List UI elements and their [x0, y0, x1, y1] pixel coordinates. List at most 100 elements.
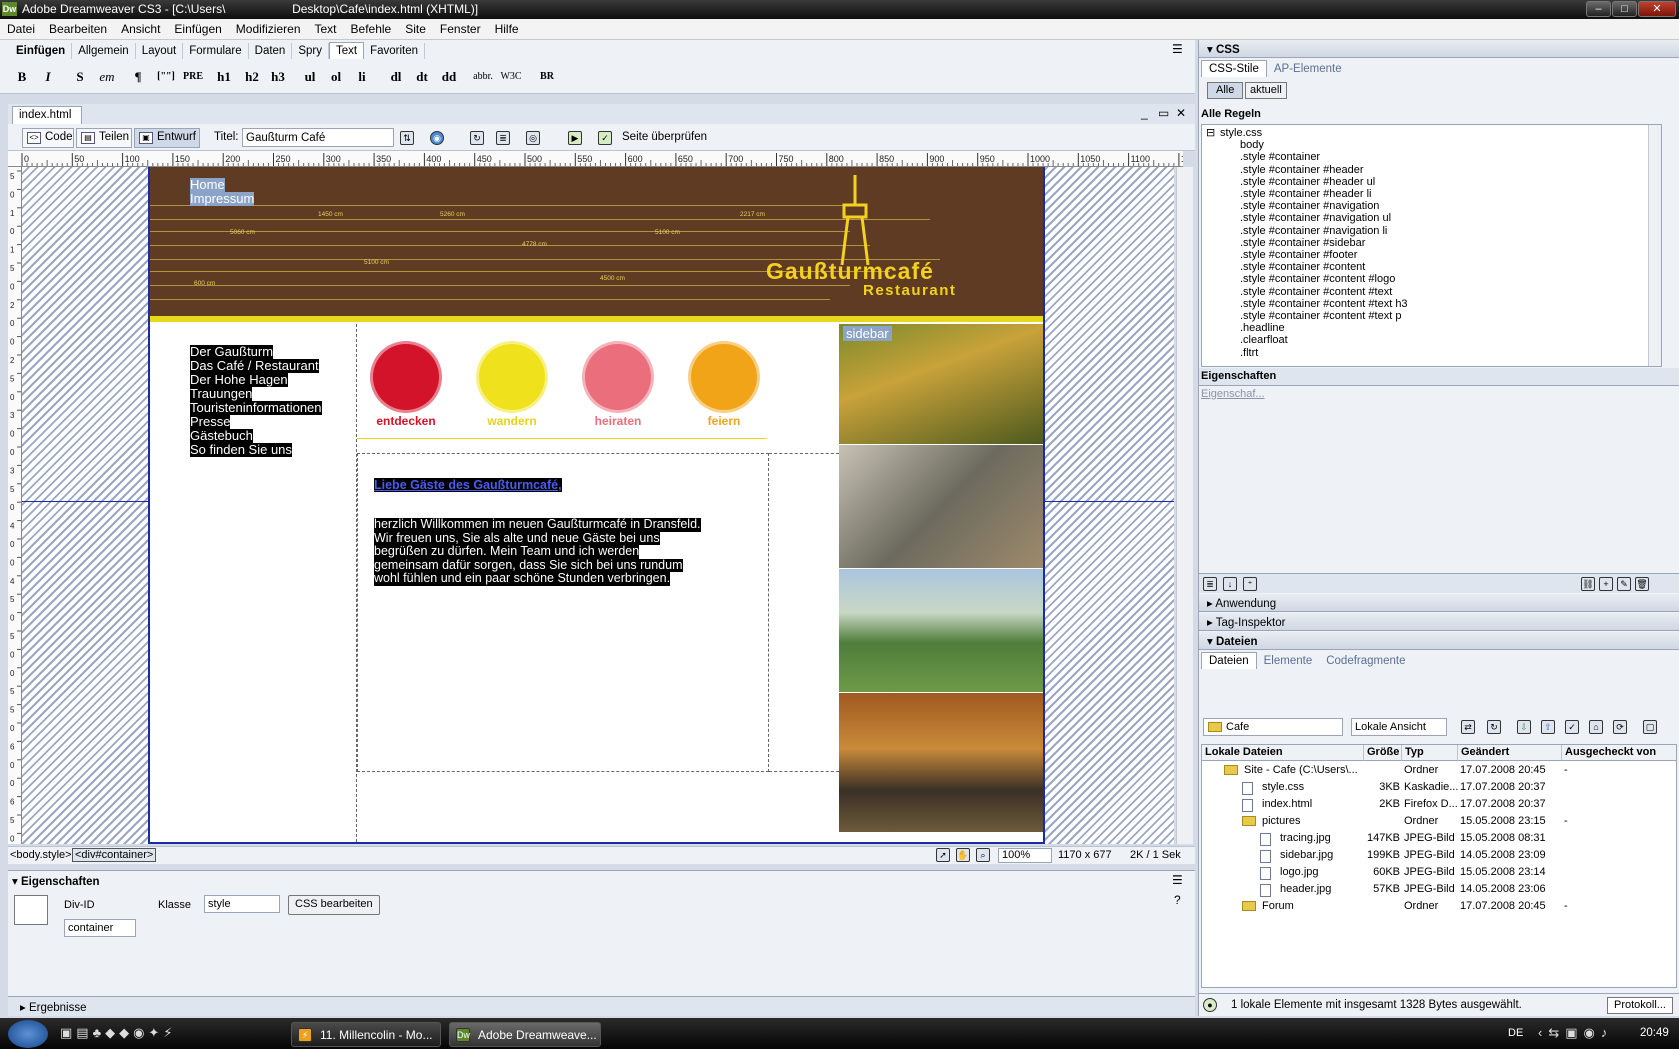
- zoom-tool-icon[interactable]: ⌕: [976, 848, 990, 862]
- edit-css-button[interactable]: CSS bearbeiten: [288, 895, 380, 915]
- doc-close-icon[interactable]: ✕: [1176, 106, 1186, 120]
- hiking-boots-icon[interactable]: [479, 344, 545, 410]
- tag-body[interactable]: <body.style>: [10, 849, 72, 861]
- nav-item[interactable]: Das Café / Restaurant: [190, 359, 319, 373]
- menu-bearbeiten[interactable]: Bearbeiten: [42, 19, 114, 36]
- file-row[interactable]: pictures Ordner 15.05.2008 23:15 -: [1202, 813, 1676, 830]
- h2-button[interactable]: h2: [242, 64, 262, 90]
- menu-modifizieren[interactable]: Modifizieren: [229, 19, 308, 36]
- nav-item[interactable]: Der Hohe Hagen: [190, 373, 288, 387]
- file-row[interactable]: Site - Cafe (C:\Users\... Ordner 17.07.200…: [1202, 762, 1676, 779]
- css-rule[interactable]: .style #container #footer: [1240, 249, 1357, 261]
- select-tool-icon[interactable]: ➚: [936, 848, 950, 862]
- tab-text[interactable]: Text: [328, 42, 365, 59]
- preview-browser-icon[interactable]: ◉: [430, 131, 444, 145]
- new-rule-icon[interactable]: +: [1599, 577, 1613, 591]
- file-row[interactable]: Forum Ordner 17.07.2008 20:45 -: [1202, 898, 1676, 915]
- code-view-button[interactable]: <> Code: [22, 128, 74, 148]
- tab-favoriten[interactable]: Favoriten: [364, 43, 426, 59]
- doc-minimize-icon[interactable]: _: [1141, 106, 1148, 120]
- nav-item[interactable]: Presse: [190, 415, 231, 429]
- css-rule[interactable]: .clearfloat: [1240, 334, 1288, 346]
- category-view-icon[interactable]: ≣: [1203, 577, 1217, 591]
- rules-scrollbar[interactable]: [1648, 125, 1661, 366]
- dd-button[interactable]: dd: [438, 64, 460, 90]
- tab-spry[interactable]: Spry: [292, 43, 329, 59]
- badge-label[interactable]: feiern: [679, 414, 769, 428]
- panel-options-icon[interactable]: ☰: [1172, 42, 1183, 56]
- ul-button[interactable]: ul: [300, 64, 320, 90]
- tab-allgemein[interactable]: Allgemein: [72, 43, 136, 59]
- close-button[interactable]: ✕: [1638, 1, 1676, 17]
- nav-item[interactable]: Touristeninformationen: [190, 401, 322, 415]
- validate-icon[interactable]: ▶: [568, 131, 582, 145]
- nav-home-link[interactable]: Home: [190, 178, 225, 192]
- bus-icon[interactable]: [373, 344, 439, 410]
- help-icon[interactable]: ?: [1174, 893, 1181, 907]
- set-properties-icon[interactable]: ⁺: [1243, 577, 1257, 591]
- connect-icon[interactable]: ⇄: [1461, 720, 1475, 734]
- css-rule[interactable]: .style #container #header li: [1240, 188, 1371, 200]
- list-view-icon[interactable]: ↓: [1223, 577, 1237, 591]
- check-page-button[interactable]: Seite überprüfen: [622, 131, 707, 143]
- acronym-button[interactable]: W3C: [498, 64, 524, 90]
- css-rule[interactable]: .style #container #content #text p: [1240, 310, 1401, 322]
- hearts-icon[interactable]: [585, 344, 651, 410]
- check-browser-icon[interactable]: ✓: [598, 131, 612, 145]
- abbr-button[interactable]: abbr.: [470, 64, 496, 90]
- check-out-icon[interactable]: ✓: [1565, 720, 1579, 734]
- paragraph-button[interactable]: ¶: [128, 64, 148, 90]
- h1-button[interactable]: h1: [214, 64, 234, 90]
- css-rule[interactable]: .style #container #content #logo: [1240, 273, 1395, 285]
- div-id-select[interactable]: container: [64, 919, 136, 937]
- css-rule[interactable]: .style #container #navigation li: [1240, 225, 1387, 237]
- menu-einfuegen[interactable]: Einfügen: [167, 19, 228, 36]
- nav-item[interactable]: Gästebuch: [190, 429, 253, 443]
- strong-button[interactable]: S: [70, 64, 90, 90]
- minimize-button[interactable]: –: [1586, 1, 1611, 17]
- expand-icon[interactable]: ▢: [1643, 720, 1657, 734]
- panel-options-icon[interactable]: ☰: [1172, 873, 1183, 887]
- css-rule[interactable]: .headline: [1240, 322, 1285, 334]
- put-files-icon[interactable]: ⇧: [1541, 720, 1555, 734]
- css-rule[interactable]: .style #container #header: [1240, 164, 1364, 176]
- css-rule[interactable]: .style #container #content #text: [1240, 286, 1392, 298]
- file-row[interactable]: index.html 2KB Firefox D... 17.07.2008 20:3…: [1202, 796, 1676, 813]
- site-select[interactable]: Cafe: [1203, 718, 1343, 736]
- add-property-link[interactable]: Eigenschaf...: [1201, 388, 1265, 400]
- nav-item[interactable]: So finden Sie uns: [190, 443, 292, 457]
- hand-tool-icon[interactable]: ✋: [956, 848, 970, 862]
- refresh-icon[interactable]: ↻: [470, 131, 484, 145]
- col-modified[interactable]: Geändert: [1458, 745, 1562, 761]
- blockquote-button[interactable]: [""]: [154, 64, 178, 90]
- nav-item[interactable]: Der Gaußturm: [190, 345, 274, 359]
- view-options-icon[interactable]: ≣: [496, 131, 510, 145]
- insert-bar-title[interactable]: Einfügen: [10, 43, 73, 59]
- italic-button[interactable]: I: [38, 64, 58, 90]
- zoom-select[interactable]: 100%: [998, 848, 1052, 863]
- nav-item[interactable]: Trauungen: [190, 387, 253, 401]
- file-row[interactable]: header.jpg 57KB JPEG-Bild 14.05.2008 23:06: [1202, 881, 1676, 898]
- tab-css-styles[interactable]: CSS-Stile: [1201, 60, 1267, 77]
- maximize-button[interactable]: □: [1612, 1, 1637, 17]
- stylesheet-node[interactable]: style.css: [1220, 127, 1262, 139]
- css-rule[interactable]: .style #container #header ul: [1240, 176, 1375, 188]
- css-rule[interactable]: .style #container: [1240, 151, 1320, 163]
- tab-formulare[interactable]: Formulare: [183, 43, 249, 59]
- badge-label[interactable]: wandern: [467, 414, 557, 428]
- menu-datei[interactable]: Datei: [0, 19, 42, 36]
- check-in-icon[interactable]: ⌂: [1589, 720, 1603, 734]
- start-button[interactable]: [8, 1020, 48, 1048]
- taskbar-item-music[interactable]: ⚡ 11. Millencolin - Mo...: [291, 1022, 441, 1047]
- content-text-box[interactable]: Liebe Gäste des Gaußturmcafé, herzlich W…: [357, 453, 769, 772]
- file-row[interactable]: tracing.jpg 147KB JPEG-Bild 15.05.2008 08:3…: [1202, 830, 1676, 847]
- current-button[interactable]: aktuell: [1245, 82, 1287, 99]
- ol-button[interactable]: ol: [326, 64, 346, 90]
- tab-index-html[interactable]: index.html: [12, 106, 82, 124]
- design-canvas[interactable]: 1450 cm 5260 cm 2217 cm 5060 cm 4778 cm …: [22, 167, 1174, 844]
- menu-ansicht[interactable]: Ansicht: [114, 19, 167, 36]
- refresh-files-icon[interactable]: ↻: [1487, 720, 1501, 734]
- language-indicator[interactable]: DE: [1508, 1027, 1523, 1039]
- css-panel-header[interactable]: ▾ CSS: [1199, 40, 1679, 58]
- view-select[interactable]: Lokale Ansicht: [1351, 718, 1447, 736]
